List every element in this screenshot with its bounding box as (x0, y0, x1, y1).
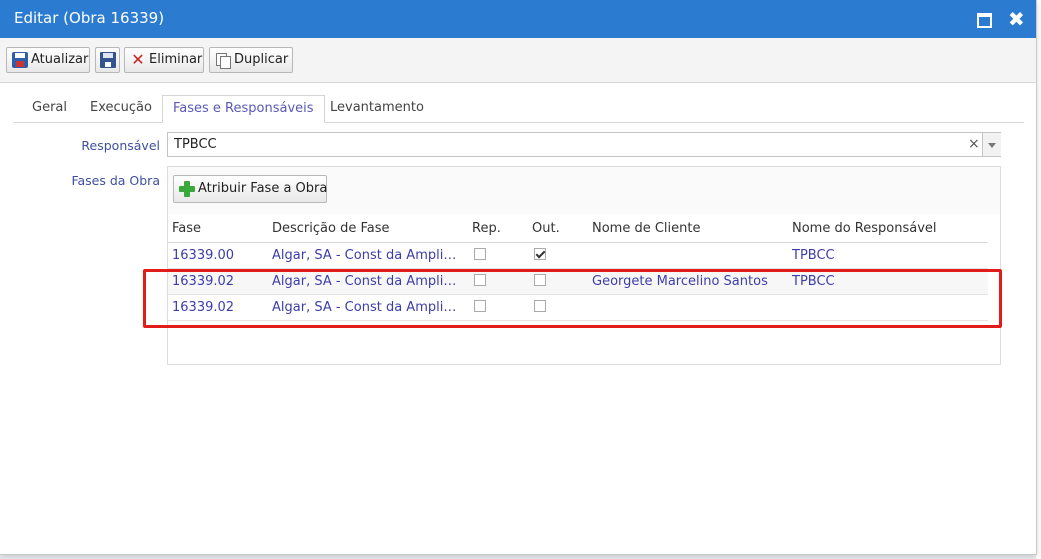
out-checkbox[interactable] (534, 274, 546, 286)
update-button[interactable]: Atualizar (6, 47, 90, 73)
rep-checkbox[interactable] (474, 274, 486, 286)
rep-checkbox[interactable] (474, 248, 486, 260)
rep-checkbox[interactable] (474, 300, 486, 312)
tab-geral[interactable]: Geral (22, 95, 77, 122)
fases-grid: Fase Descrição de Fase Rep. Out. Nome de… (168, 214, 1000, 364)
column-header-fase[interactable]: Fase (172, 221, 201, 236)
update-button-label: Atualizar (31, 52, 89, 67)
save-button[interactable] (95, 47, 120, 73)
dialog-titlebar[interactable]: Editar (Obra 16339) ✖ (0, 0, 1036, 38)
dialog-toolbar: Atualizar ✕ Eliminar Duplicar (0, 38, 1036, 83)
table-row[interactable]: 16339.00 Algar, SA - Const da Ampliação … (168, 243, 988, 269)
column-header-rep[interactable]: Rep. (472, 221, 501, 236)
chevron-down-icon[interactable] (982, 133, 1001, 156)
delete-button[interactable]: ✕ Eliminar (124, 47, 204, 73)
out-checkbox[interactable] (534, 248, 546, 260)
tab-fases-responsaveis[interactable]: Fases e Responsáveis (162, 95, 325, 123)
floppy-disk-icon (100, 52, 116, 68)
column-header-out[interactable]: Out. (532, 221, 560, 236)
cliente-cell: Georgete Marcelino Santos (592, 274, 768, 289)
responsavel-cell: TPBCC (792, 274, 835, 289)
fase-cell: 16339.00 (172, 248, 235, 263)
responsavel-combobox[interactable]: TPBCC × (167, 132, 1001, 157)
table-row[interactable]: 16339.02 Algar, SA - Const da Ampliação … (168, 269, 988, 295)
add-phase-button[interactable]: Atribuir Fase a Obra (173, 175, 327, 203)
fase-cell: 16339.02 (172, 300, 235, 315)
fase-cell: 16339.02 (172, 274, 235, 289)
dialog-title: Editar (Obra 16339) (14, 9, 165, 27)
column-header-responsavel[interactable]: Nome do Responsável (792, 221, 937, 236)
duplicate-button[interactable]: Duplicar (209, 47, 293, 73)
column-header-cliente[interactable]: Nome de Cliente (592, 221, 701, 236)
responsavel-value: TPBCC (174, 137, 217, 152)
clear-icon[interactable]: × (968, 136, 980, 152)
duplicate-button-label: Duplicar (234, 52, 289, 67)
tab-levantamento[interactable]: Levantamento (320, 95, 434, 122)
grid-header: Fase Descrição de Fase Rep. Out. Nome de… (168, 214, 988, 243)
save-update-icon (12, 52, 28, 68)
fases-label: Fases da Obra (71, 173, 160, 188)
edit-dialog: Editar (Obra 16339) ✖ Atualizar ✕ Elimin… (0, 0, 1037, 555)
maximize-icon[interactable] (974, 9, 994, 29)
tab-bar: Geral Execução Fases e Responsáveis Leva… (14, 95, 1024, 123)
responsavel-label: Responsável (81, 138, 160, 153)
responsavel-cell: TPBCC (792, 248, 835, 263)
copy-icon (215, 52, 231, 69)
descricao-cell: Algar, SA - Const da Ampliação (272, 274, 462, 289)
plus-icon (179, 181, 195, 197)
descricao-cell: Algar, SA - Const da Ampliação (272, 300, 462, 315)
column-header-descricao[interactable]: Descrição de Fase (272, 221, 390, 236)
table-row[interactable]: 16339.02 Algar, SA - Const da Ampliação (168, 295, 988, 321)
close-icon[interactable]: ✖ (1007, 7, 1027, 31)
descricao-cell: Algar, SA - Const da Ampliação (272, 248, 462, 263)
fases-grid-panel: Atribuir Fase a Obra Fase Descrição de F… (167, 166, 1001, 365)
add-phase-label: Atribuir Fase a Obra (198, 181, 328, 196)
delete-x-icon: ✕ (131, 50, 145, 69)
tab-execucao[interactable]: Execução (80, 95, 162, 122)
out-checkbox[interactable] (534, 300, 546, 312)
delete-button-label: Eliminar (149, 52, 203, 67)
